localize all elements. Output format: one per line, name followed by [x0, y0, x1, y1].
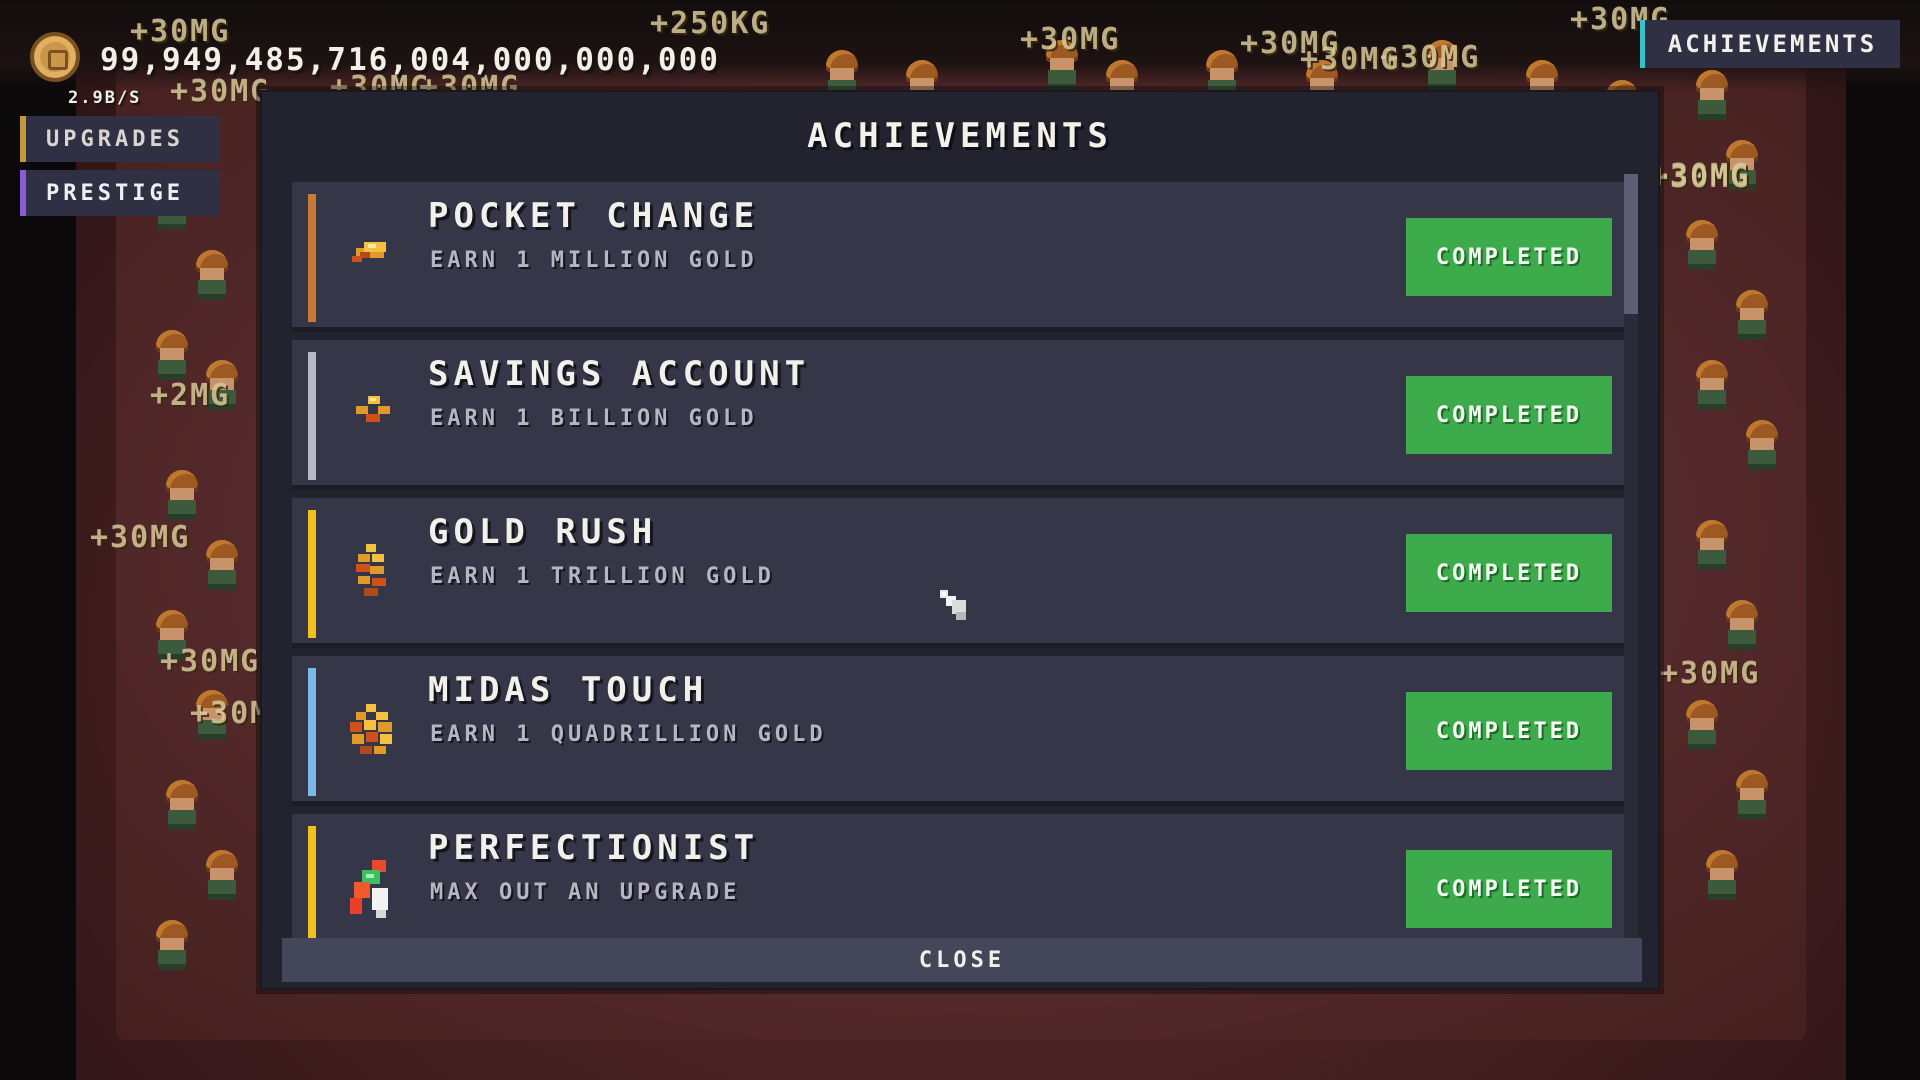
completed-button[interactable]: COMPLETED — [1406, 850, 1612, 928]
achievement-name: MIDAS TOUCH — [428, 670, 709, 710]
miner-sprite — [200, 850, 244, 902]
gold-coin-icon — [30, 32, 80, 82]
gold-gain-floater: +250KG — [650, 6, 771, 41]
pointer-hand-icon — [940, 590, 966, 620]
miner-sprite — [1680, 220, 1724, 272]
miner-sprite — [190, 250, 234, 302]
upgrades-button[interactable]: UPGRADES — [20, 116, 220, 162]
upgrades-button-label: UPGRADES — [46, 126, 184, 152]
achievement-name: GOLD RUSH — [428, 512, 658, 552]
completed-button[interactable]: COMPLETED — [1406, 534, 1612, 612]
tier-stripe — [308, 352, 316, 480]
gold-rate: 2.9B/S — [68, 88, 142, 108]
achievement-name: POCKET CHANGE — [428, 196, 760, 236]
achievement-description: MAX OUT AN UPGRADE — [430, 880, 741, 905]
tier-stripe — [308, 194, 316, 322]
miner-sprite — [160, 470, 204, 522]
completed-button[interactable]: COMPLETED — [1406, 218, 1612, 296]
miner-sprite — [160, 780, 204, 832]
completed-button[interactable]: COMPLETED — [1406, 376, 1612, 454]
gold-total: 99,949,485,716,004,000,000,000 — [100, 42, 720, 78]
gold-pile-icon — [350, 704, 392, 754]
miner-sprite — [1740, 420, 1784, 472]
completed-label: COMPLETED — [1435, 876, 1583, 902]
gold-tower-icon — [356, 544, 386, 596]
gold-bars-stack-icon — [356, 396, 390, 422]
achievement-name: SAVINGS ACCOUNT — [428, 354, 811, 394]
achievement-name: PERFECTIONIST — [428, 828, 760, 868]
achievement-description: EARN 1 QUADRILLION GOLD — [430, 722, 827, 747]
close-button-label: CLOSE — [918, 947, 1006, 973]
achievement-row: SAVINGS ACCOUNT EARN 1 BILLION GOLD COMP… — [292, 340, 1632, 490]
prestige-button-label: PRESTIGE — [46, 180, 184, 206]
rocket-fist-icon — [350, 860, 388, 918]
close-button[interactable]: CLOSE — [282, 938, 1642, 982]
miner-sprite — [1720, 600, 1764, 652]
gold-bar-icon — [352, 242, 386, 262]
completed-button[interactable]: COMPLETED — [1406, 692, 1612, 770]
completed-label: COMPLETED — [1435, 560, 1583, 586]
miner-sprite — [200, 540, 244, 592]
list-scrollbar[interactable] — [1624, 174, 1638, 944]
gold-gain-floater: +30MG — [170, 74, 271, 109]
gold-gain-floater: +30MG — [1650, 160, 1751, 195]
achievement-row: POCKET CHANGE EARN 1 MILLION GOLD COMPLE… — [292, 182, 1632, 332]
tier-stripe — [308, 510, 316, 638]
completed-label: COMPLETED — [1435, 718, 1583, 744]
completed-label: COMPLETED — [1435, 402, 1583, 428]
miner-sprite — [1730, 290, 1774, 342]
gold-gain-floater: +30MG — [1020, 22, 1121, 57]
scrollbar-thumb[interactable] — [1624, 174, 1638, 314]
achievements-button[interactable]: ACHIEVEMENTS — [1640, 20, 1900, 68]
tier-stripe — [308, 826, 316, 954]
completed-label: COMPLETED — [1435, 244, 1583, 270]
miner-sprite — [1690, 360, 1734, 412]
achievement-row: MIDAS TOUCH EARN 1 QUADRILLION GOLD COMP… — [292, 656, 1632, 806]
gold-gain-floater: +30MG — [90, 520, 191, 555]
miner-sprite — [150, 920, 194, 972]
achievement-description: EARN 1 BILLION GOLD — [430, 406, 758, 431]
gold-gain-floater: +2MG — [150, 378, 231, 413]
tier-stripe — [308, 668, 316, 796]
achievement-description: EARN 1 MILLION GOLD — [430, 248, 758, 273]
prestige-button[interactable]: PRESTIGE — [20, 170, 220, 216]
miner-sprite — [150, 330, 194, 382]
achievements-button-label: ACHIEVEMENTS — [1667, 30, 1878, 58]
miner-sprite — [1680, 700, 1724, 752]
miner-sprite — [1700, 850, 1744, 902]
achievements-modal: ACHIEVEMENTS POCKET CHANGE EARN 1 MILLIO… — [260, 90, 1660, 990]
miner-sprite — [1690, 520, 1734, 572]
gold-gain-floater: +30MG — [1300, 42, 1401, 77]
gold-gain-floater: +30MG — [1660, 656, 1761, 691]
miner-sprite — [1690, 70, 1734, 122]
achievement-description: EARN 1 TRILLION GOLD — [430, 564, 775, 589]
miner-sprite — [1730, 770, 1774, 822]
gold-gain-floater: +30MG — [160, 644, 261, 679]
modal-title: ACHIEVEMENTS — [807, 116, 1113, 156]
